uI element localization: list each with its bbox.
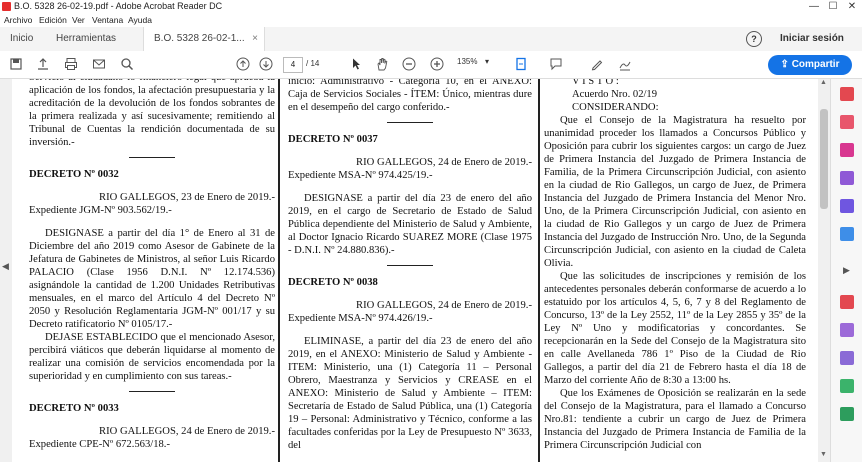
tab-document-label: B.O. 5328 26-02-1... [154,33,245,44]
tab-document[interactable]: B.O. 5328 26-02-1... × [143,27,265,51]
menu-archivo[interactable]: Archivo [4,15,32,25]
upload-icon[interactable] [36,57,50,71]
minimize-button[interactable]: — [805,0,823,14]
help-icon[interactable]: ? [746,31,762,47]
menu-bar: Archivo Edición Ver Ventana Ayuda [0,14,862,27]
email-icon[interactable] [92,57,106,71]
paragraph: ELIMINASE, a partir del día 23 de enero … [288,336,532,451]
paragraph: Que las solicitudes de inscripciones y r… [544,271,806,386]
scroll-down-icon[interactable]: ▼ [820,451,827,458]
separator [129,391,175,392]
decree-heading: DECRETO Nº 0033 [29,403,119,414]
decree-date: RIO GALLEGOS, 24 de Enero de 2019.- [356,300,532,311]
create-pdf-icon[interactable] [840,115,854,129]
decree-expediente: Expediente JGM-Nº 903.562/19.- [29,205,172,216]
doc-column-3: V I S T O : Acuerdo Nro. 02/19 CONSIDERA… [544,79,806,458]
fill-sign-icon[interactable] [840,323,854,337]
decree-date: RIO GALLEGOS, 24 de Enero de 2019.- [99,426,275,437]
decree-expediente: Expediente MSA-Nº 974.426/19.- [288,313,433,324]
paragraph: DEJASE ESTABLECIDO que el mencionado Ase… [29,332,275,382]
scrollbar-thumb[interactable] [820,109,828,209]
save-icon[interactable] [9,57,23,71]
pdf-page: Servicio al ciudadano lo financiero lega… [12,79,818,462]
share-button[interactable]: ⇪ Compartir [768,55,852,75]
decree-heading: DECRETO Nº 0038 [288,277,378,288]
zoom-out-icon[interactable] [402,57,416,71]
organize-pages-icon[interactable] [840,227,854,241]
previous-page-icon[interactable] [236,57,250,71]
column-divider [538,79,540,462]
menu-edicion[interactable]: Edición [39,15,67,25]
decree-date: RIO GALLEGOS, 24 de Enero de 2019.- [356,157,532,168]
edit-pdf-icon[interactable] [840,143,854,157]
share-label: Compartir [791,59,840,70]
toolbar: 4 / 14 135% ▾ ⇪ Compartir [0,51,862,79]
menu-ver[interactable]: Ver [72,15,85,25]
protect-icon[interactable] [840,379,854,393]
paragraph: V I S T O : [572,79,619,87]
paragraph: CONSIDERANDO: [572,102,659,113]
maximize-button[interactable]: ☐ [824,0,842,14]
decree-date: RIO GALLEGOS, 23 de Enero de 2019.- [99,192,275,203]
print-icon[interactable] [64,57,78,71]
doc-column-1: Servicio al ciudadano lo financiero lega… [29,79,275,454]
chevron-right-icon[interactable]: ▶ [843,265,850,276]
title-bar: B.O. 5328 26-02-19.pdf - Adobe Acrobat R… [0,0,862,14]
decree-heading: DECRETO Nº 0037 [288,134,378,145]
tab-tools[interactable]: Herramientas [56,27,116,51]
tab-home[interactable]: Inicio [10,27,33,51]
paragraph: Acuerdo Nro. 02/19 [572,89,658,100]
separator [387,122,433,123]
tab-close-icon[interactable]: × [252,27,258,51]
hand-tool-icon[interactable] [375,57,389,71]
page-total: / 14 [306,59,320,68]
decree-heading: DECRETO Nº 0032 [29,169,119,180]
decree-expediente: Expediente MSA-Nº 974.425/19.- [288,170,433,181]
menu-ayuda[interactable]: Ayuda [128,15,152,25]
scroll-up-icon[interactable]: ▲ [820,79,827,86]
select-cursor-icon[interactable] [349,57,363,71]
paragraph: inicio: Administrativo - Categoría 10, e… [288,79,532,113]
more-tools-icon[interactable] [840,407,854,421]
compress-pdf-icon[interactable] [840,295,854,309]
paragraph: Servicio al ciudadano lo financiero lega… [29,79,275,148]
paragraph: Que el Consejo de la Magistratura ha res… [544,115,806,269]
comment-tool-icon[interactable] [840,171,854,185]
sign-icon[interactable] [618,57,632,71]
close-window-button[interactable]: ✕ [843,0,861,14]
highlight-pen-icon[interactable] [590,57,604,71]
paragraph: DESIGNASE a partir del día 23 de enero d… [288,193,532,256]
combine-files-icon[interactable] [840,199,854,213]
document-viewer[interactable]: Servicio al ciudadano lo financiero lega… [12,79,818,462]
search-icon[interactable] [120,57,134,71]
decree-expediente: Expediente CPE-Nº 672.563/18.- [29,439,170,450]
menu-ventana[interactable]: Ventana [92,15,123,25]
chevron-left-icon[interactable]: ◀ [2,261,9,272]
separator [387,265,433,266]
left-panel-toggle[interactable]: ◀ [0,79,12,462]
paragraph: DESIGNASE a partir del día 1° de Enero a… [29,228,275,330]
comment-icon[interactable] [549,57,563,71]
separator [129,157,175,158]
share-icon: ⇪ [780,59,792,70]
window-title: B.O. 5328 26-02-19.pdf - Adobe Acrobat R… [14,1,223,11]
chevron-down-icon[interactable]: ▾ [485,57,489,66]
zoom-level-dropdown[interactable]: 135% [457,57,477,66]
column-divider [278,79,280,462]
doc-column-2: inicio: Administrativo - Categoría 10, e… [288,79,532,458]
export-pdf-icon[interactable] [840,87,854,101]
acrobat-app-icon [2,2,11,11]
paragraph: Que los Exámenes de Oposición se realiza… [544,388,806,451]
right-tools-panel: ▶ [830,79,862,462]
page-fit-icon[interactable] [514,57,528,71]
next-page-icon[interactable] [259,57,273,71]
zoom-in-icon[interactable] [430,57,444,71]
signin-button[interactable]: Iniciar sesión [780,27,844,51]
vertical-scrollbar[interactable]: ▲ ▼ [818,79,830,462]
send-for-signature-icon[interactable] [840,351,854,365]
tab-bar: Inicio Herramientas B.O. 5328 26-02-1...… [0,27,862,52]
page-number-input[interactable]: 4 [283,57,303,73]
